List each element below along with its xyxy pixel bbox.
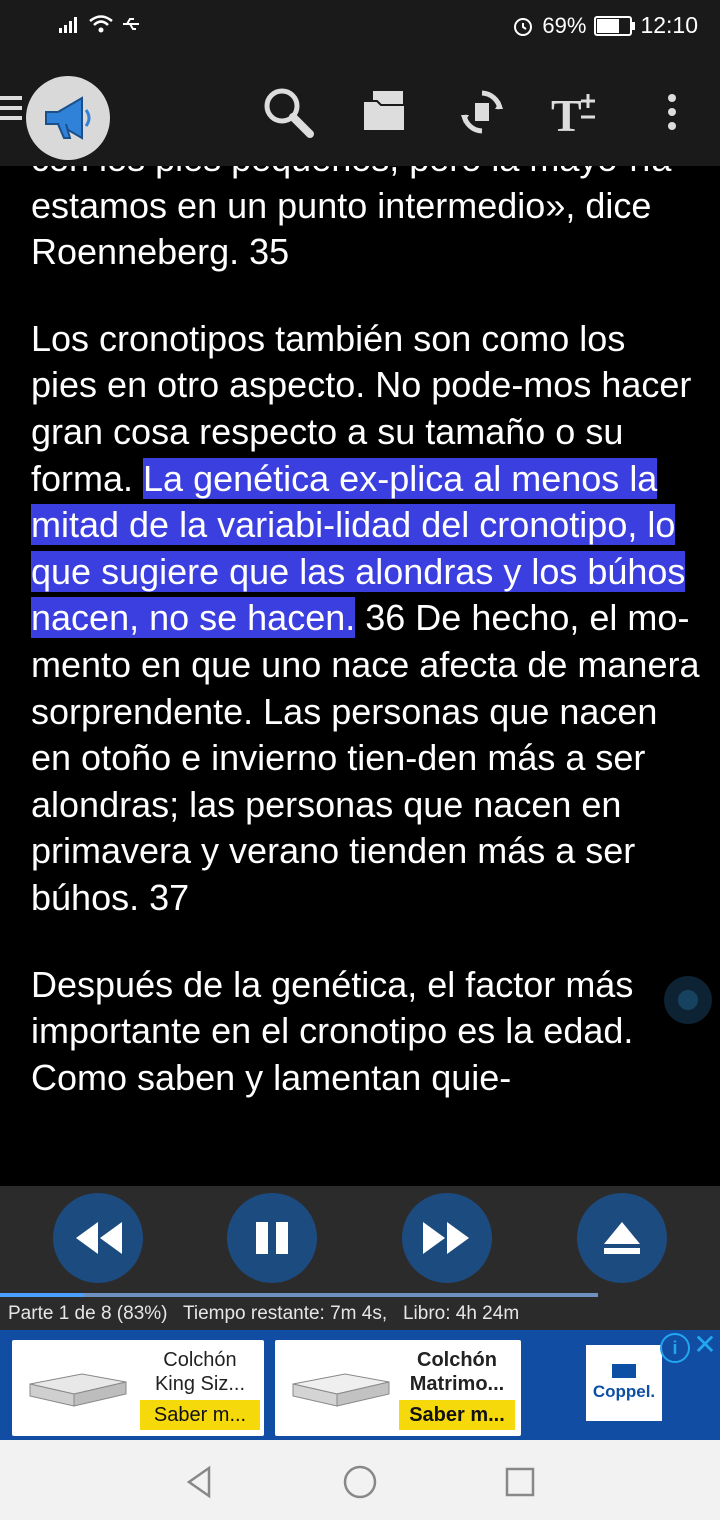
book-text[interactable]: con los pies pequeños, pero la mayo-ría … — [0, 166, 720, 1186]
ad-cta-button[interactable]: Saber m... — [399, 1400, 515, 1430]
ad-title-line2: Matrimo... — [409, 1373, 505, 1395]
ad-card-matrimonial[interactable]: Colchón Matrimo... Saber m... — [275, 1340, 521, 1436]
mattress-image — [292, 1373, 390, 1407]
megaphone-icon[interactable] — [26, 76, 110, 160]
signal-icon — [59, 17, 77, 33]
ad-info-icon[interactable]: i — [660, 1333, 690, 1363]
paragraph[interactable]: Después de la genética, el factor más im… — [31, 962, 701, 1102]
ad-title-line1: Colchón — [163, 1349, 237, 1371]
progress-fill — [0, 1293, 84, 1297]
svg-text:T: T — [551, 90, 582, 137]
fast-forward-icon — [423, 1222, 469, 1254]
coppel-logo[interactable]: Coppel. — [586, 1345, 662, 1421]
rewind-button[interactable] — [53, 1193, 143, 1283]
battery-percent: 69% — [542, 12, 587, 38]
paragraph[interactable]: con los pies pequeños, pero la mayo-ría … — [31, 166, 701, 276]
back-icon[interactable] — [180, 1462, 220, 1502]
text-size-icon[interactable]: T — [546, 82, 606, 142]
ad-close-icon[interactable]: ✕ — [692, 1330, 718, 1360]
battery-icon — [594, 15, 636, 36]
eject-icon — [604, 1222, 640, 1254]
text-segment[interactable]: Después de la genética, el factor más im… — [31, 964, 633, 1098]
coppel-brand-name: Coppel. — [592, 1382, 656, 1401]
text-segment[interactable]: con los pies pequeños, pero la mayo-ría … — [31, 166, 671, 272]
home-icon[interactable] — [340, 1462, 380, 1502]
sync-icon[interactable] — [452, 82, 512, 142]
floating-control-button[interactable] — [664, 976, 712, 1024]
text-segment[interactable]: 36 De hecho, el mo-mento en que uno nace… — [31, 597, 699, 918]
pause-button[interactable] — [227, 1193, 317, 1283]
playback-status: Parte 1 de 8 (83%) Tiempo restante: 7m 4… — [8, 1303, 520, 1324]
search-icon[interactable] — [258, 82, 318, 142]
folder-icon[interactable] — [354, 82, 414, 142]
system-nav-bar — [0, 1440, 720, 1520]
paragraph[interactable]: Los cronotipos también son como los pies… — [31, 316, 701, 922]
pause-icon — [256, 1222, 288, 1254]
ad-cta-button[interactable]: Saber m... — [140, 1400, 260, 1430]
fast-forward-button[interactable] — [402, 1193, 492, 1283]
recents-icon[interactable] — [500, 1462, 540, 1502]
rewind-icon — [76, 1222, 122, 1254]
ad-card-king[interactable]: Colchón King Siz... Saber m... — [12, 1340, 264, 1436]
eject-button[interactable] — [577, 1193, 667, 1283]
wifi-icon — [89, 15, 113, 33]
coppel-logo-mark — [612, 1364, 636, 1378]
status-icons-right: 69% 12:10 — [512, 12, 698, 39]
clock: 12:10 — [640, 12, 698, 38]
more-vert-icon[interactable] — [642, 82, 702, 142]
usb-icon — [123, 18, 139, 30]
progress-bar[interactable] — [0, 1293, 598, 1297]
menu-icon[interactable] — [0, 96, 24, 124]
status-bar: 69% 12:10 — [0, 0, 720, 56]
ad-title-line1: Colchón — [417, 1349, 497, 1371]
ad-title-line2: King Siz... — [154, 1373, 246, 1395]
mattress-image — [29, 1373, 127, 1407]
progress-area: Parte 1 de 8 (83%) Tiempo restante: 7m 4… — [0, 1286, 720, 1330]
alarm-icon — [514, 17, 533, 36]
player-controls — [0, 1186, 720, 1286]
status-icons-left — [58, 14, 142, 34]
